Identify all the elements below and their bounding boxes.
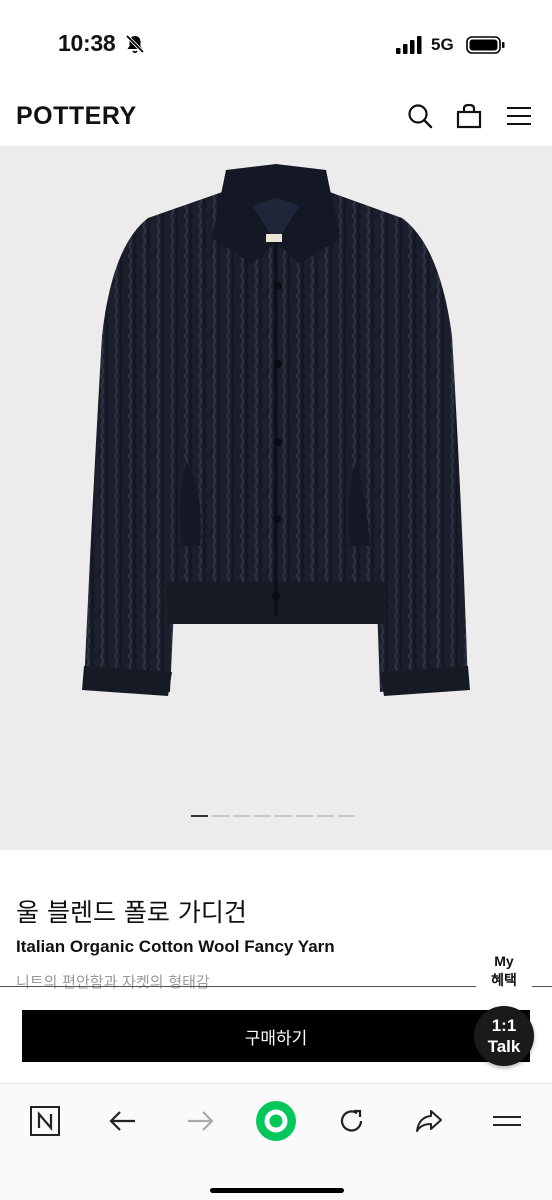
- slide-dot[interactable]: [317, 815, 334, 817]
- search-icon[interactable]: [406, 102, 434, 130]
- app-header: POTTERY: [0, 88, 552, 146]
- slide-dot[interactable]: [233, 815, 250, 817]
- slide-dot[interactable]: [275, 815, 292, 817]
- slide-dot[interactable]: [296, 815, 313, 817]
- naver-icon[interactable]: [27, 1103, 63, 1139]
- signal-icon: [396, 36, 422, 54]
- back-arrow-icon[interactable]: [105, 1103, 141, 1139]
- product-title: 울 블렌드 폴로 가디건: [16, 898, 247, 927]
- brand-logo[interactable]: POTTERY: [16, 102, 137, 131]
- my-benefit-button[interactable]: My 혜택: [476, 952, 532, 990]
- slide-dot[interactable]: [191, 815, 208, 817]
- bell-off-icon: [125, 34, 145, 54]
- talk-line1: 1:1: [491, 1016, 517, 1035]
- slide-indicator: [191, 815, 355, 819]
- slide-dot[interactable]: [254, 815, 271, 817]
- home-indicator: [210, 1188, 344, 1193]
- battery-icon: [466, 36, 505, 54]
- menu-icon[interactable]: [505, 102, 533, 130]
- status-bar: 10:38 5G: [0, 0, 552, 88]
- slide-dot[interactable]: [338, 815, 355, 817]
- share-icon[interactable]: [411, 1103, 447, 1139]
- my-benefit-line2: 혜택: [491, 972, 517, 988]
- status-time: 10:38: [58, 30, 116, 56]
- shopping-bag-icon[interactable]: [455, 102, 483, 130]
- browser-menu-icon[interactable]: [489, 1103, 525, 1139]
- talk-button[interactable]: 1:1 Talk: [474, 1006, 534, 1066]
- network-label: 5G: [431, 35, 454, 54]
- forward-arrow-icon[interactable]: [182, 1103, 218, 1139]
- refresh-icon[interactable]: [334, 1103, 370, 1139]
- product-image-gallery[interactable]: [0, 146, 552, 850]
- product-description: 니트의 편안함과 자켓의 형태감: [16, 973, 210, 991]
- product-image: [82, 164, 470, 696]
- slide-dot[interactable]: [212, 815, 229, 817]
- buy-button[interactable]: 구매하기: [22, 1010, 530, 1062]
- product-subtitle: Italian Organic Cotton Wool Fancy Yarn: [16, 937, 335, 956]
- green-home-icon[interactable]: [254, 1099, 298, 1143]
- browser-toolbar: [0, 1083, 552, 1200]
- my-benefit-line1: My: [494, 953, 514, 969]
- divider: [0, 986, 552, 987]
- talk-line2: Talk: [487, 1037, 521, 1056]
